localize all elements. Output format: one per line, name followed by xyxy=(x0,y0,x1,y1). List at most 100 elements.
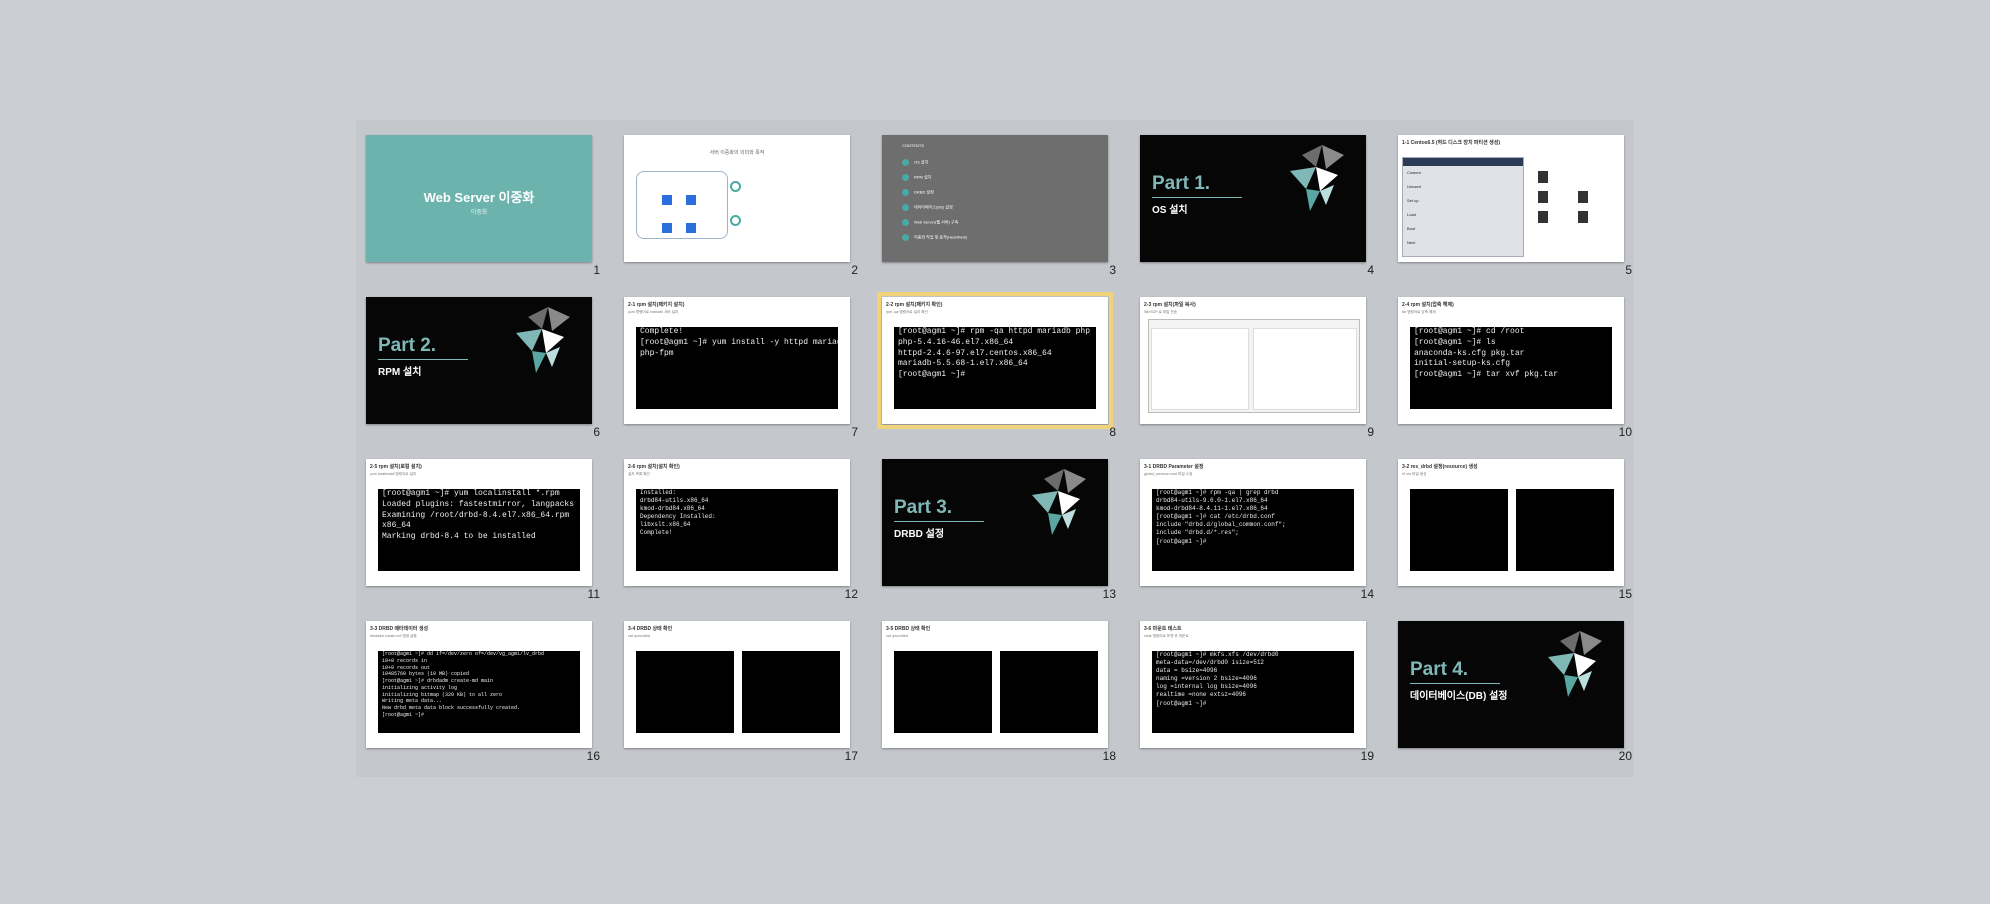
server-icon xyxy=(662,223,672,233)
terminal-line: Installed: xyxy=(640,489,677,496)
slide-number: 14 xyxy=(1360,587,1374,601)
slide-number: 6 xyxy=(593,425,600,439)
installer-label: Next xyxy=(1407,240,1416,245)
terminal-line: 10+0 records out xyxy=(382,664,431,671)
slide-thumbnail[interactable]: 2-2 rpm 설치(패키지 확인) rpm -qa 명령어로 설치 확인 [roo… xyxy=(877,292,1113,429)
terminal-screenshot: [root@agm1 ~]# cd /root [root@agm1 ~]# ls… xyxy=(1410,327,1612,409)
slide-thumbnail[interactable]: 3-6 마운트 테스트 mkfs 명령어로 포맷 후 마운트 [root@agm1 … xyxy=(1140,621,1366,748)
slide-thumbnail[interactable]: CONTENTS OS 설치 RPM 설치 DRBD 설정 데이터베이스(DB) 설정 W… xyxy=(882,135,1108,262)
terminal-line: New drbd meta data block successfully cr… xyxy=(382,705,521,711)
slide-number: 4 xyxy=(1367,263,1374,277)
installer-screenshot: Custom Unused Set up Load Boot Next xyxy=(1402,157,1524,257)
part-underline xyxy=(1410,683,1500,684)
slide-thumbnail[interactable]: Part 3. DRBD 설정 xyxy=(882,459,1108,586)
slide-thumbnail[interactable]: Part 1. OS 설치 xyxy=(1140,135,1366,262)
circle-bullet-icon xyxy=(730,215,741,226)
slide-title: 3-3 DRBD 메타데이터 생성 xyxy=(370,626,429,632)
slide-thumbnail[interactable]: 3-3 DRBD 메타데이터 생성 drbdadm create-md 명령 실행… xyxy=(366,621,592,748)
terminal-screenshot xyxy=(1516,489,1614,571)
terminal-line: [root@agm1 ~]# xyxy=(898,370,966,380)
slide-title: 2-4 rpm 설치(압축 해제) xyxy=(1402,302,1454,308)
terminal-line: Complete! xyxy=(640,529,673,537)
terminal-line: 10485760 bytes (10 MB) copied xyxy=(382,671,470,678)
explorer-pane-right xyxy=(1253,328,1357,410)
slide-title: 2-6 rpm 설치(설치 확인) xyxy=(628,464,680,470)
part-subtitle: OS 설치 xyxy=(1152,205,1188,216)
terminal-line: initializing activity log xyxy=(382,684,458,691)
terminal-line: naming =version 2 bsize=4096 xyxy=(1156,675,1257,683)
slide-number: 12 xyxy=(844,587,858,601)
bullet-icon xyxy=(902,174,909,181)
terminal-line: include "drbd.d/*.res"; xyxy=(1156,529,1239,537)
terminal-line: x86_64 xyxy=(382,521,411,531)
explorer-pane-left xyxy=(1151,328,1249,410)
installer-header xyxy=(1403,158,1523,166)
disk-icon xyxy=(1578,191,1588,203)
slide-thumbnail[interactable]: 3-4 DRBD 상태 확인 cat /proc/drbd xyxy=(624,621,850,748)
slide-thumbnail[interactable]: 3-1 DRBD Parameter 설정 global_common.conf … xyxy=(1140,459,1366,586)
terminal-line: include "drbd.d/global_common.conf"; xyxy=(1156,521,1286,529)
slide-subtitle: tar 명령어로 압축 해제 xyxy=(1402,310,1436,314)
slide-title: 3-6 마운트 테스트 xyxy=(1144,626,1182,632)
slide-subtitle: global_common.conf 파일 수정 xyxy=(1144,472,1193,476)
slide-cell: 2-1 rpm 설치(패키지 설치) yum 명령어로 mariadb 서버 설치… xyxy=(614,282,872,443)
agenda-item: RPM 설치 xyxy=(902,174,931,181)
slide-thumbnail[interactable]: 2-6 rpm 설치(설치 확인) 설치 목록 확인 Installed: drbd… xyxy=(624,459,850,586)
terminal-line: Examining /root/drbd-8.4.el7.x86_64.rpm xyxy=(382,510,570,520)
slide-cell: 3-3 DRBD 메타데이터 생성 drbdadm create-md 명령 실행… xyxy=(356,606,614,767)
slide-cell: Part 1. OS 설치 4 xyxy=(1130,120,1388,281)
slide-thumbnail[interactable]: 2-3 rpm 설치(파일 복사) WinSCP 로 파일 전송 xyxy=(1140,297,1366,424)
terminal-line: php-fpm xyxy=(640,348,674,358)
installer-label: Boot xyxy=(1407,226,1416,231)
slide-subtitle: WinSCP 로 파일 전송 xyxy=(1144,310,1178,314)
slide-thumbnail[interactable]: Part 2. RPM 설치 xyxy=(366,297,592,424)
terminal-line: meta-data=/dev/drbd0 isize=512 xyxy=(1156,659,1265,667)
terminal-screenshot: [root@agm1 ~]# yum localinstall *.rpm Loa… xyxy=(378,489,580,571)
triangle-logo-icon xyxy=(1548,631,1602,697)
agenda-item-label: OS 설치 xyxy=(914,159,929,165)
slide-thumbnail[interactable]: 2-1 rpm 설치(패키지 설치) yum 명령어로 mariadb 서버 설치… xyxy=(624,297,850,424)
part-underline xyxy=(894,521,984,522)
terminal-line: [root@agm1 ~]# yum localinstall *.rpm xyxy=(382,489,560,498)
slide-number: 16 xyxy=(586,749,600,763)
part-subtitle: 데이터베이스(DB) 설정 xyxy=(1410,691,1508,702)
bullet-icon xyxy=(902,219,909,226)
slide-cell: 3-4 DRBD 상태 확인 cat /proc/drbd 17 xyxy=(614,606,872,767)
slide-thumbnail[interactable]: 2-5 rpm 설치(로컬 설치) yum localinstall 명령어로 설… xyxy=(366,459,592,586)
slide-thumbnail[interactable]: Part 4. 데이터베이스(DB) 설정 xyxy=(1398,621,1624,748)
slide-thumbnail[interactable]: Web Server 이중화 이중화 xyxy=(366,135,592,262)
diagram-box xyxy=(636,171,728,239)
terminal-line: initializing bitmap (320 KB) to all zero xyxy=(382,691,503,698)
bullet-icon xyxy=(902,204,909,211)
terminal-line: drbd84-utils-9.6.0-1.el7.x86_64 xyxy=(1156,497,1268,505)
agenda-item: 이중화 작업 및 동작(Heartbeat) xyxy=(902,234,967,241)
terminal-line: [root@agm1 ~]# rpm -qa | grep drbd xyxy=(1156,489,1279,496)
slide-cell: Part 2. RPM 설치 6 xyxy=(356,282,614,443)
terminal-screenshot: [root@agm1 ~]# rpm -qa httpd mariadb php… xyxy=(894,327,1096,409)
slide-number: 15 xyxy=(1618,587,1632,601)
slide-thumbnail[interactable]: 2-4 rpm 설치(압축 해제) tar 명령어로 압축 해제 [root@agm… xyxy=(1398,297,1624,424)
part-heading: Part 2. xyxy=(378,335,437,356)
part-underline xyxy=(378,359,468,360)
installer-label: Load xyxy=(1407,212,1416,217)
part-heading: Part 3. xyxy=(894,497,953,518)
bullet-icon xyxy=(902,159,909,166)
slide-thumbnail[interactable]: 서버 이중화의 의미와 목적 xyxy=(624,135,850,262)
slide-thumbnail[interactable]: 3-2 res_drbd 설정(resource) 생성 r0.res 파일 생성 xyxy=(1398,459,1624,586)
terminal-line: php-5.4.16-46.el7.x86_64 xyxy=(898,337,1014,347)
terminal-screenshot xyxy=(742,651,840,733)
agenda-item-label: Web Server(웹 서버) 구축 xyxy=(914,219,959,225)
terminal-line: data = bsize=4096 xyxy=(1156,667,1218,675)
triangle-logo-icon xyxy=(1290,145,1344,211)
slide-title: 1-1 Centos6.5 (하드 디스크 장치 파티션 생성) xyxy=(1402,140,1500,146)
part-heading: Part 4. xyxy=(1410,659,1469,680)
installer-label: Custom xyxy=(1407,170,1421,175)
terminal-line: Dependency Installed: xyxy=(640,513,716,521)
slide-thumbnail[interactable]: 1-1 Centos6.5 (하드 디스크 장치 파티션 생성) Custom Un… xyxy=(1398,135,1624,262)
triangle-logo-icon xyxy=(1032,469,1086,535)
terminal-line: [root@agm1 ~]# drbdadm create-md main xyxy=(382,678,494,684)
slide-subtitle: rpm -qa 명령어로 설치 확인 xyxy=(886,310,928,314)
agenda-item-label: 데이터베이스(DB) 설정 xyxy=(914,204,953,210)
slide-number: 11 xyxy=(587,587,600,601)
slide-thumbnail[interactable]: 3-5 DRBD 상태 확인 cat /proc/drbd xyxy=(882,621,1108,748)
